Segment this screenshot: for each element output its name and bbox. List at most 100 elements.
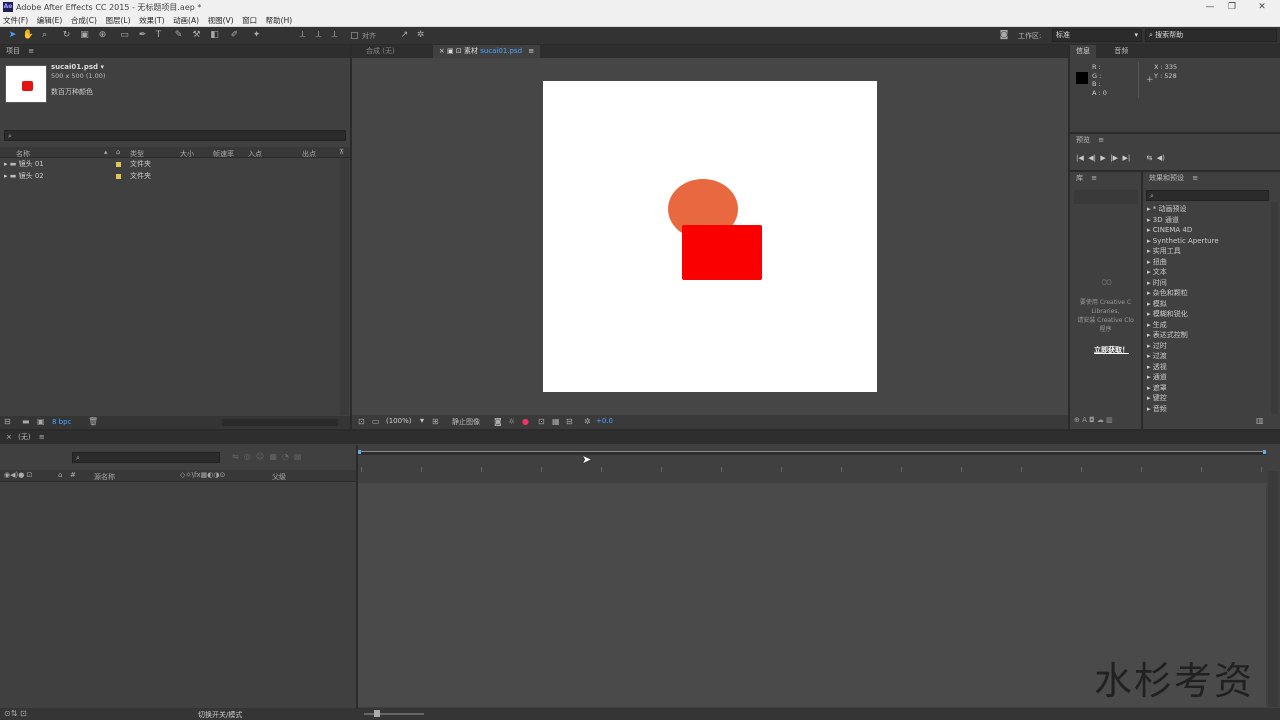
time-ruler[interactable] xyxy=(358,461,1266,479)
project-tab[interactable]: 项目 xyxy=(6,47,20,55)
preview-title[interactable]: 预览 xyxy=(1076,136,1090,144)
effect-category[interactable]: ▸ 键控 xyxy=(1147,393,1267,404)
clone-stamp-tool-icon[interactable]: ⚒ xyxy=(190,29,203,42)
grid-icon[interactable]: ⊞ xyxy=(432,417,439,426)
effect-category[interactable]: ▸ 时间 xyxy=(1147,278,1267,289)
zoom-slider-handle[interactable] xyxy=(374,710,380,717)
label-color-swatch[interactable] xyxy=(116,174,121,179)
motion-blur-icon[interactable]: ◔ xyxy=(282,452,289,461)
effect-category[interactable]: ▸ 3D 通道 xyxy=(1147,215,1267,226)
menu-view[interactable]: 视图(V) xyxy=(205,14,237,27)
rectangle-tool-icon[interactable]: ▭ xyxy=(118,29,131,42)
panel-menu-icon[interactable]: ≡ xyxy=(39,433,45,441)
footage-name[interactable]: sucai01.psd ▾ xyxy=(51,63,104,71)
show-snapshot-icon[interactable]: ☼ xyxy=(508,417,515,426)
project-scrollbar[interactable] xyxy=(340,158,349,415)
column-parent[interactable]: 父级 xyxy=(272,472,286,482)
project-row[interactable]: ▸ ▬ 镜头 02 文件夹 xyxy=(0,170,340,182)
pen-tool-icon[interactable]: ✒ xyxy=(136,29,149,42)
library-select[interactable] xyxy=(1074,190,1138,204)
workspace-select[interactable]: 标准 ▾ xyxy=(1052,29,1142,42)
effect-category[interactable]: ▸ 透视 xyxy=(1147,362,1267,373)
effect-category[interactable]: ▸ 杂色和颗粒 xyxy=(1147,288,1267,299)
world-axis-icon[interactable]: ⟂ xyxy=(312,29,325,42)
project-row[interactable]: ▸ ▬ 镜头 01 文件夹 xyxy=(0,158,340,170)
audio-icon[interactable]: ◀) xyxy=(1157,154,1165,162)
effects-title[interactable]: 效果和预设 xyxy=(1149,174,1184,182)
expand-arrow-icon[interactable]: ▸ xyxy=(4,172,8,180)
zoom-tool-icon[interactable]: ⌕ xyxy=(38,29,51,42)
menu-effect[interactable]: 效果(T) xyxy=(136,14,167,27)
eraser-tool-icon[interactable]: ◧ xyxy=(208,29,221,42)
text-icon[interactable]: A xyxy=(1082,416,1087,424)
effect-category[interactable]: ▸ 过渡 xyxy=(1147,351,1267,362)
type-tool-icon[interactable]: T xyxy=(152,29,165,42)
effect-category[interactable]: ▸ * 动画预设 xyxy=(1147,204,1267,215)
region-of-interest-icon[interactable]: ⊡ xyxy=(538,417,545,426)
snap-feature-icon[interactable]: ✲ xyxy=(414,29,427,42)
close-icon[interactable]: × xyxy=(439,47,445,55)
zoom-select[interactable]: (100%) xyxy=(386,417,411,425)
work-area-end-handle[interactable] xyxy=(1263,450,1266,454)
panel-menu-icon[interactable]: ≡ xyxy=(1098,136,1104,144)
get-now-link[interactable]: 立即获取！ xyxy=(1094,345,1129,355)
channel-icon[interactable]: ● xyxy=(522,417,529,426)
snap-option-icon[interactable]: ↗ xyxy=(398,29,411,42)
play-icon[interactable]: ▶ xyxy=(1100,154,1105,162)
label-color-swatch[interactable] xyxy=(116,162,121,167)
graph-editor-icon[interactable]: ▤ xyxy=(294,452,302,461)
always-preview-icon[interactable]: ⊡ xyxy=(358,417,365,426)
transparency-grid-icon[interactable]: ▦ xyxy=(552,417,560,426)
effect-category[interactable]: ▸ 扭曲 xyxy=(1147,257,1267,268)
timeline-footer-icons[interactable]: ⊙⇅ ⊡ xyxy=(4,709,27,718)
effect-category[interactable]: ▸ Synthetic Aperture xyxy=(1147,236,1267,247)
effect-category[interactable]: ▸ CINEMA 4D xyxy=(1147,225,1267,236)
lock-icon[interactable]: ▣ xyxy=(447,47,454,55)
tab-info[interactable]: 信息 xyxy=(1070,45,1096,58)
brush-tool-icon[interactable]: ✎ xyxy=(172,29,185,42)
effect-category[interactable]: ▸ 音频 xyxy=(1147,404,1267,415)
menu-edit[interactable]: 编辑(E) xyxy=(34,14,66,27)
tab-composition[interactable]: 合成 (无) xyxy=(360,45,401,58)
snap-checkbox[interactable] xyxy=(351,32,358,39)
menu-window[interactable]: 窗口 xyxy=(239,14,260,27)
close-icon[interactable]: × xyxy=(6,433,12,441)
minimize-button[interactable]: — xyxy=(1200,1,1220,13)
library-title[interactable]: 库 xyxy=(1076,174,1083,182)
rotation-tool-icon[interactable]: ↻ xyxy=(60,29,73,42)
work-area-bar[interactable] xyxy=(358,451,1266,455)
add-icon[interactable]: ⊕ xyxy=(1074,416,1080,424)
hand-tool-icon[interactable]: ✋ xyxy=(22,29,35,42)
first-frame-icon[interactable]: |◀ xyxy=(1076,154,1084,162)
footage-canvas[interactable] xyxy=(543,81,877,392)
last-frame-icon[interactable]: ▶| xyxy=(1122,154,1130,162)
cloud-icon[interactable]: ☁ xyxy=(1097,416,1104,424)
next-frame-icon[interactable]: |▶ xyxy=(1110,154,1118,162)
panel-menu-icon[interactable]: ≡ xyxy=(1091,174,1097,182)
view-axis-icon[interactable]: ⟂ xyxy=(328,29,341,42)
effect-category[interactable]: ▸ 通道 xyxy=(1147,372,1267,383)
new-folder-icon[interactable]: ▬ xyxy=(22,417,30,426)
tab-audio[interactable]: 音频 xyxy=(1108,45,1134,58)
expand-arrow-icon[interactable]: ▸ xyxy=(4,160,8,168)
menu-file[interactable]: 文件(F) xyxy=(0,14,31,27)
column-source-name[interactable]: 源名称 xyxy=(94,472,115,482)
menu-layer[interactable]: 图层(L) xyxy=(103,14,134,27)
panel-menu-icon[interactable]: ≡ xyxy=(28,47,34,55)
tab-footage[interactable]: × ▣ ⊡ 素材 sucai01.psd ≡ xyxy=(432,45,541,58)
new-composition-icon[interactable]: ▣ xyxy=(37,417,45,426)
snapshot-icon[interactable]: ◙ xyxy=(494,417,502,426)
toggle-switches-modes[interactable]: 切换开关/模式 xyxy=(198,710,242,720)
trash-icon[interactable]: ▥ xyxy=(1106,416,1113,424)
label-tag-icon[interactable]: ⌂ xyxy=(116,148,120,156)
effect-category[interactable]: ▸ 文本 xyxy=(1147,267,1267,278)
panel-menu-icon[interactable]: ≡ xyxy=(528,47,534,55)
selection-tool-icon[interactable]: ➤ xyxy=(6,29,19,42)
frame-blending-icon[interactable]: ▦ xyxy=(269,452,277,461)
exposure-value[interactable]: +0.0 xyxy=(596,417,613,425)
color-icon[interactable]: ◘ xyxy=(1089,416,1095,424)
label-tag-icon[interactable]: ⌂ xyxy=(58,471,62,479)
search-help-field[interactable]: ⌕ 搜索帮助 xyxy=(1145,29,1277,42)
effects-search-input[interactable]: ⌕ xyxy=(1146,190,1269,201)
timeline-tab[interactable]: (无) xyxy=(18,433,30,441)
